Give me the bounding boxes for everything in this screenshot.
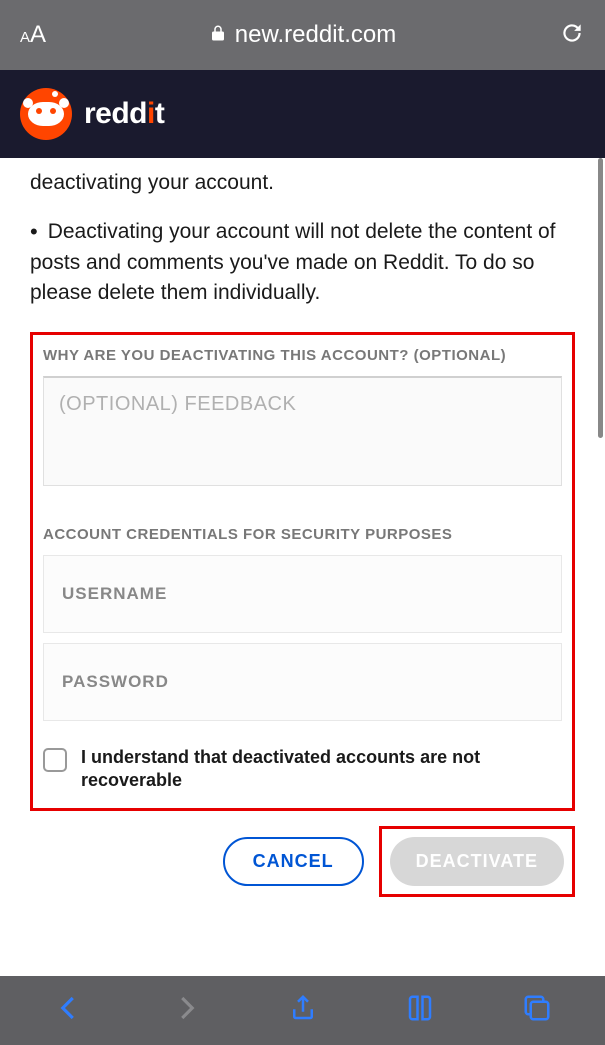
refresh-icon[interactable] (559, 20, 585, 51)
text-size-icon[interactable]: AA (20, 21, 46, 49)
browser-bottom-toolbar (0, 976, 605, 1045)
feedback-input[interactable] (43, 376, 562, 486)
username-input[interactable] (43, 555, 562, 633)
bullet-text: Deactivating your account will not delet… (30, 220, 556, 303)
url-display[interactable]: new.reddit.com (46, 21, 559, 49)
bullet-dot-icon: • (30, 217, 38, 248)
form-highlight-box: WHY ARE YOU DEACTIVATING THIS ACCOUNT? (… (30, 332, 575, 811)
forward-icon (171, 993, 201, 1028)
confirm-checkbox-label: I understand that deactivated accounts a… (81, 746, 562, 793)
deactivate-highlight-box: DEACTIVATE (379, 826, 575, 897)
lock-icon (209, 21, 227, 49)
reddit-header: reddit (0, 70, 605, 158)
confirm-checkbox[interactable] (43, 748, 67, 772)
browser-address-bar: AA new.reddit.com (0, 0, 605, 70)
deactivate-button[interactable]: DEACTIVATE (390, 837, 564, 886)
bookmarks-icon[interactable] (405, 993, 435, 1028)
reason-label: WHY ARE YOU DEACTIVATING THIS ACCOUNT? (… (43, 347, 562, 364)
action-button-row: CANCEL DEACTIVATE (30, 826, 575, 897)
confirm-checkbox-row: I understand that deactivated accounts a… (43, 746, 562, 793)
back-icon[interactable] (54, 993, 84, 1028)
cancel-button[interactable]: CANCEL (223, 837, 364, 886)
reddit-wordmark[interactable]: reddit (84, 97, 164, 131)
scrollbar[interactable] (598, 158, 603, 438)
url-text: new.reddit.com (235, 21, 396, 49)
main-content: deactivating your account. •Deactivating… (0, 158, 605, 976)
password-input[interactable] (43, 643, 562, 721)
credentials-label: ACCOUNT CREDENTIALS FOR SECURITY PURPOSE… (43, 526, 562, 543)
tabs-icon[interactable] (522, 993, 552, 1028)
truncated-info-text: deactivating your account. (30, 168, 575, 197)
reddit-logo-icon[interactable] (20, 88, 72, 140)
bullet-info-text: •Deactivating your account will not dele… (30, 217, 575, 307)
share-icon[interactable] (288, 993, 318, 1028)
